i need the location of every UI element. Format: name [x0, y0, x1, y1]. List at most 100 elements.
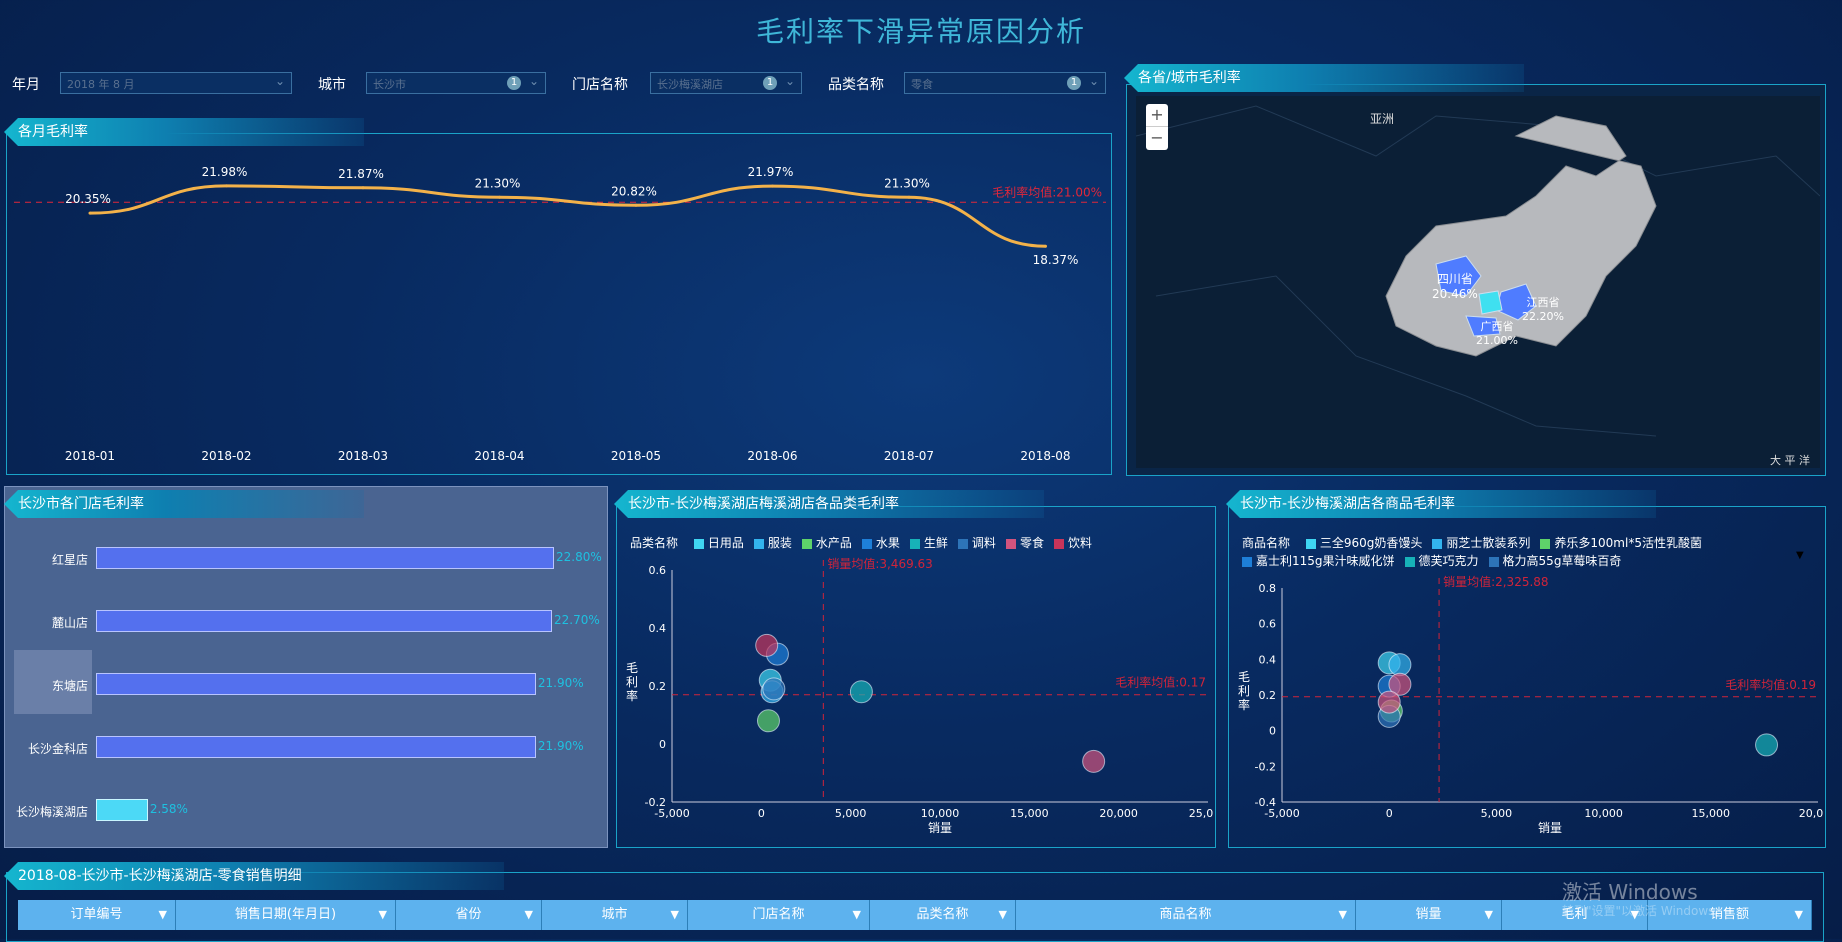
table-column-header[interactable]: 订单编号 ▼ — [18, 900, 176, 930]
region-name: 广西省 — [1480, 320, 1514, 333]
windows-activation-hint: 转到"设置"以激活 Windows。 — [1562, 904, 1727, 918]
legend-item[interactable]: 饮料 — [1053, 534, 1092, 551]
scatter-point — [849, 680, 873, 704]
table-column-header[interactable]: 销售日期(年月日) ▼ — [176, 900, 396, 930]
map-svg — [1136, 105, 1820, 437]
y-tick-label: 0.6 — [1259, 618, 1277, 631]
x-tick-label: 5,000 — [835, 807, 867, 820]
y-tick-label: -0.2 — [1255, 760, 1276, 773]
scatter-point — [762, 677, 786, 701]
column-dropdown-icon[interactable]: ▼ — [525, 900, 533, 930]
legend-swatch — [909, 538, 920, 549]
monthly-margin-chart: 毛利率均值:21.00% 20.35% 2018-01 21.98% 2018-02 21… — [14, 165, 1106, 463]
product-scatter-chart: -5,00005,00010,00015,00020,0000.80.60.40… — [1238, 574, 1824, 835]
scatter-point — [1755, 733, 1779, 757]
table-column-header[interactable]: 销量 ▼ — [1356, 900, 1502, 930]
legend-item[interactable]: 嘉士利115g果汁味威化饼 — [1242, 552, 1395, 570]
store-bar[interactable] — [96, 547, 554, 569]
map-label-guangxi: 广西省 21.00% — [1476, 318, 1518, 347]
y-tick-label: 0.2 — [1259, 689, 1277, 702]
table-column-header[interactable]: 商品名称 ▼ — [1016, 900, 1356, 930]
store-bar[interactable] — [96, 736, 536, 758]
store-bar[interactable] — [96, 673, 536, 695]
column-dropdown-icon[interactable]: ▼ — [853, 900, 861, 930]
data-point — [771, 184, 774, 188]
region-name: 江西省 — [1526, 296, 1560, 309]
column-header-label: 品类名称 — [916, 907, 969, 922]
legend-item[interactable]: 格力高55g草莓味百奇 — [1488, 552, 1621, 570]
region-name: 四川省 — [1436, 272, 1473, 286]
column-dropdown-icon[interactable]: ▼ — [1485, 900, 1493, 930]
legend-label: 嘉士利115g果汁味威化饼 — [1256, 554, 1395, 568]
column-dropdown-icon[interactable]: ▼ — [1339, 900, 1347, 930]
data-point — [1044, 244, 1047, 248]
filter-city-value: 长沙市 — [373, 78, 406, 91]
average-x-label: 销量均值:2,325.88 — [1443, 574, 1548, 589]
filter-store-select[interactable]: 长沙梅溪湖店 1 ⌄ — [650, 72, 802, 94]
legend-item[interactable]: 生鲜 — [909, 534, 948, 551]
y-tick-label: 0 — [659, 738, 666, 751]
legend-item[interactable]: 三全960g奶香馒头 — [1305, 534, 1422, 552]
average-y-label: 毛利率均值:0.17 — [1115, 675, 1206, 690]
category-legend-title: 品类名称 — [630, 536, 679, 550]
y-tick-label: -0.4 — [1255, 796, 1276, 809]
column-dropdown-icon[interactable]: ▼ — [379, 900, 387, 930]
y-tick-label: 0 — [1269, 725, 1276, 738]
store-bar[interactable] — [96, 610, 552, 632]
store-label: 长沙金科店 — [27, 742, 88, 756]
filter-category-select[interactable]: 零食 1 ⌄ — [904, 72, 1106, 94]
column-dropdown-icon[interactable]: ▼ — [999, 900, 1007, 930]
scatter-point — [1388, 653, 1412, 677]
store-label: 红星店 — [51, 553, 88, 567]
column-dropdown-icon[interactable]: ▼ — [671, 900, 679, 930]
x-tick-label: 2018-01 — [65, 449, 115, 463]
column-dropdown-icon[interactable]: ▼ — [1795, 900, 1803, 930]
legend-item[interactable]: 养乐多100ml*5活性乳酸菌 — [1540, 534, 1702, 552]
legend-item[interactable]: 服装 — [753, 534, 792, 551]
column-dropdown-icon[interactable]: ▼ — [159, 900, 167, 930]
table-column-header[interactable]: 门店名称 ▼ — [688, 900, 870, 930]
store-margin-title: 长沙市各门店毛利率 — [4, 490, 364, 518]
legend-item[interactable]: 调料 — [957, 534, 996, 551]
filter-city-count-badge: 1 — [507, 76, 521, 90]
table-column-header[interactable]: 城市 ▼ — [542, 900, 688, 930]
table-column-header[interactable]: 品类名称 ▼ — [870, 900, 1016, 930]
legend-label: 德芙巧克力 — [1418, 554, 1479, 568]
data-label: 21.97% — [748, 165, 794, 179]
store-bars: 红星店 22.80% 麓山店 22.70% 东塘店 21.90% 长沙金科店 21.90% 长沙… — [0, 0, 602, 821]
zoom-out-button[interactable]: − — [1146, 127, 1168, 149]
x-axis-title: 销量 — [1538, 821, 1562, 835]
legend-item[interactable]: 水产品 — [801, 534, 852, 551]
filter-city-select[interactable]: 长沙市 1 ⌄ — [366, 72, 546, 94]
average-x-label: 销量均值:3,469.63 — [827, 556, 932, 571]
data-point — [634, 203, 638, 207]
legend-scroll-down-icon[interactable]: ▼ — [1796, 550, 1804, 561]
legend-label: 饮料 — [1067, 536, 1092, 550]
legend-swatch — [957, 538, 968, 549]
zoom-in-button[interactable]: + — [1146, 104, 1168, 127]
y-tick-label: 0.4 — [649, 622, 667, 635]
x-tick-label: 2018-08 — [1020, 449, 1070, 463]
store-bar[interactable] — [96, 799, 148, 821]
y-tick-label: -0.2 — [645, 796, 666, 809]
map-canvas[interactable]: + − 亚洲 四川省 20.46% 江西省 22.20% 广西省 21.00% … — [1136, 96, 1820, 468]
scatter-point — [755, 633, 779, 657]
china-map-shape — [1385, 115, 1657, 357]
detail-title: 2018-08-长沙市-长沙梅溪湖店-零食销售明细 — [4, 862, 504, 890]
map-boundary-line — [1136, 105, 1820, 197]
region-value: 20.46% — [1432, 287, 1478, 301]
legend-item[interactable]: 零食 — [1005, 534, 1044, 551]
legend-item[interactable]: 德芙巧克力 — [1404, 552, 1479, 570]
x-tick-label: 2018-02 — [201, 449, 251, 463]
filter-category-count-badge: 1 — [1067, 76, 1081, 90]
legend-item[interactable]: 水果 — [861, 534, 900, 551]
y-tick-label: 0.2 — [649, 680, 667, 693]
legend-item[interactable]: 日用品 — [693, 534, 744, 551]
region-hunan-shape[interactable] — [1478, 290, 1503, 315]
table-column-header[interactable]: 省份 ▼ — [396, 900, 542, 930]
filter-month-select[interactable]: 2018 年 8 月 ⌄ — [60, 72, 292, 94]
product-scatter-title: 长沙市-长沙梅溪湖店各商品毛利率 — [1226, 490, 1656, 518]
map-zoom-control: + − — [1146, 104, 1168, 150]
legend-label: 日用品 — [707, 536, 744, 550]
legend-item[interactable]: 丽芝士散装系列 — [1432, 534, 1530, 552]
